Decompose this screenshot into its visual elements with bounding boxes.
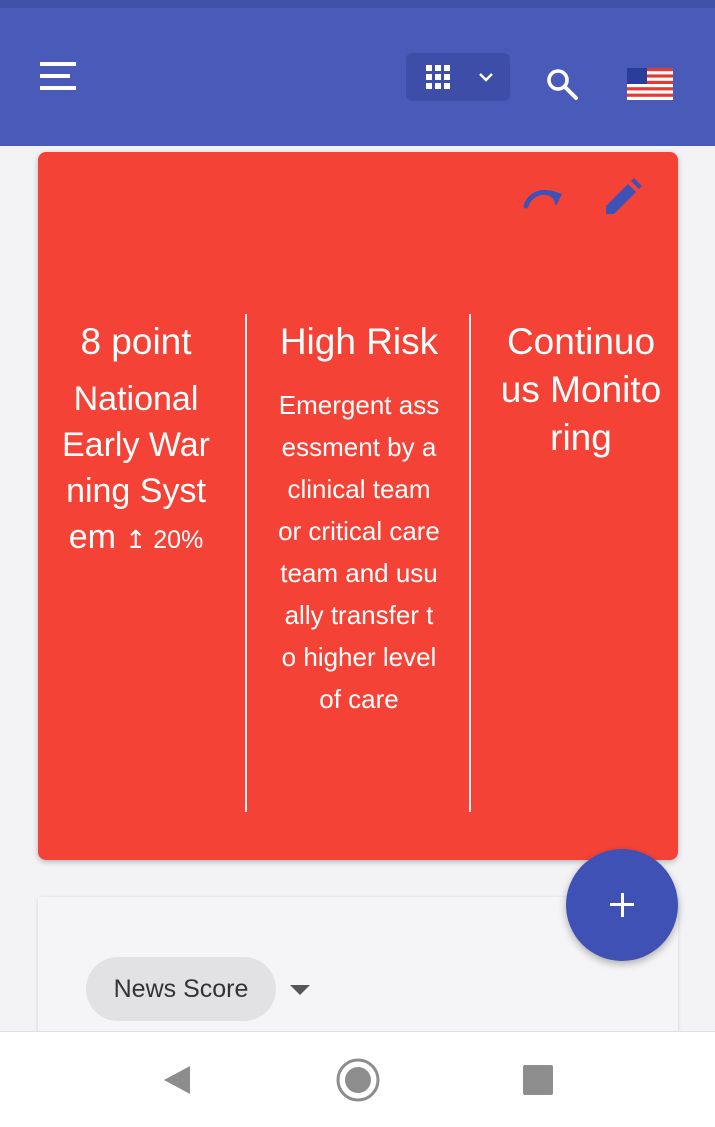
us-flag-icon[interactable] <box>627 68 673 100</box>
edit-icon[interactable] <box>600 176 644 220</box>
column-divider <box>245 314 247 812</box>
trend-indicator: ↥ 20% <box>125 526 204 554</box>
risk-column: High Risk Emergent assessment by a clini… <box>278 318 440 720</box>
app-bar <box>0 8 715 146</box>
risk-level: High Risk <box>279 321 439 362</box>
caret-down-icon[interactable] <box>290 985 310 995</box>
back-icon[interactable] <box>162 1064 192 1096</box>
redo-icon[interactable] <box>522 176 566 220</box>
search-icon[interactable] <box>544 66 580 102</box>
score-column: 8 point National Early Warning System ↥ … <box>58 318 214 563</box>
risk-description: Emergent assessment by a clinical team o… <box>278 390 440 714</box>
column-divider <box>469 314 471 812</box>
recents-icon[interactable] <box>523 1065 553 1095</box>
news-score-chip[interactable]: News Score <box>86 957 276 1021</box>
risk-card: 8 point National Early Warning System ↥ … <box>38 152 678 860</box>
chevron-down-icon <box>479 73 493 82</box>
system-nav-bar <box>0 1031 715 1127</box>
recommended-action: Continuous Monitoring <box>500 321 662 458</box>
score-value: 8 point <box>80 321 192 362</box>
apps-switcher-button[interactable] <box>406 53 510 101</box>
apps-grid-icon <box>426 65 450 89</box>
action-column: Continuous Monitoring <box>500 318 662 462</box>
menu-icon[interactable] <box>40 62 76 92</box>
add-button[interactable] <box>566 849 678 961</box>
score-system-name: National Early Warning System ↥ 20% <box>58 376 214 563</box>
status-bar <box>0 0 715 8</box>
home-icon[interactable] <box>336 1058 380 1102</box>
